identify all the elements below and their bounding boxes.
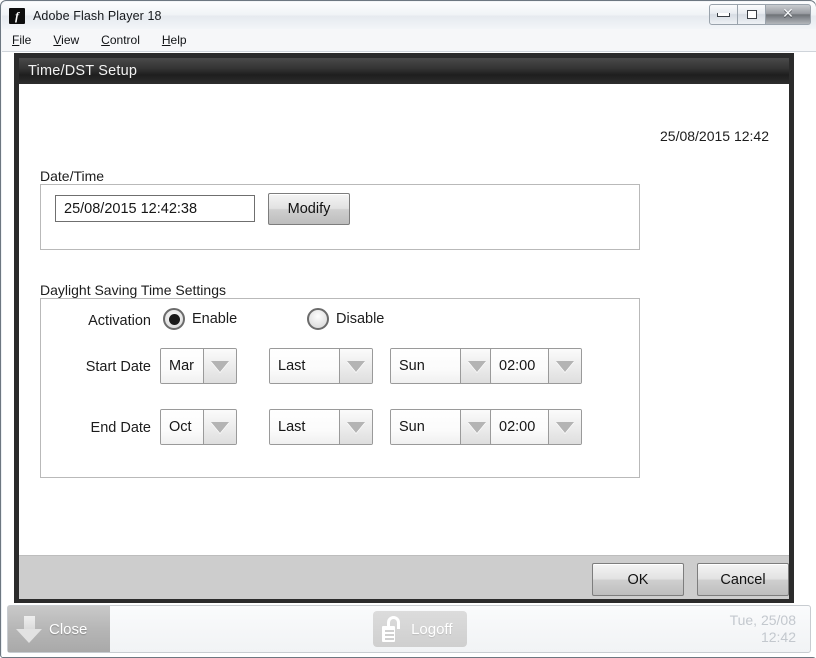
- statusbar-clock-time: 12:42: [760, 629, 796, 645]
- menu-mnemonic: H: [161, 33, 171, 47]
- close-window-button[interactable]: ✕: [765, 4, 811, 25]
- padlock-slot: [385, 638, 395, 640]
- header-clock: 25/08/2015 12:42: [660, 128, 769, 144]
- end-week-value: Last: [270, 410, 339, 444]
- padlock-open-icon: [381, 616, 403, 642]
- window-titlebar: f Adobe Flash Player 18 ✕: [2, 2, 816, 29]
- arrow-down-icon: [16, 614, 42, 644]
- start-month-dropdown[interactable]: Mar: [160, 348, 237, 384]
- radio-dot-icon: [168, 313, 180, 325]
- chevron-down-icon[interactable]: [339, 349, 372, 383]
- triangle-down: [468, 360, 486, 372]
- system-statusbar: Close Logoff Tue, 25/08 12:42: [7, 605, 811, 653]
- triangle-down: [468, 421, 486, 433]
- start-month-value: Mar: [161, 349, 203, 383]
- logoff-button-label: Logoff: [411, 620, 453, 638]
- radio-dot-icon: [313, 314, 324, 325]
- padlock-slot: [385, 634, 395, 636]
- chevron-down-icon[interactable]: [548, 410, 581, 444]
- cancel-button[interactable]: Cancel: [697, 563, 789, 596]
- close-button[interactable]: Close: [8, 606, 110, 652]
- triangle-down: [556, 421, 574, 433]
- menubar: File View Control Help: [2, 29, 816, 52]
- menu-item-view[interactable]: View: [53, 33, 79, 47]
- window-title: Adobe Flash Player 18: [33, 8, 162, 23]
- end-week-dropdown[interactable]: Last: [269, 409, 373, 445]
- minimize-icon: [717, 12, 730, 17]
- menu-mnemonic: C: [101, 33, 110, 47]
- start-time-dropdown[interactable]: 02:00: [490, 348, 582, 384]
- flash-logo-icon: f: [9, 7, 25, 24]
- dialog-footer: OK Cancel: [19, 555, 789, 599]
- arrow-head: [16, 629, 42, 643]
- statusbar-center: Logoff: [110, 606, 730, 652]
- dst-group-label: Daylight Saving Time Settings: [40, 282, 226, 298]
- close-button-label: Close: [49, 620, 88, 638]
- triangle-down: [347, 360, 365, 372]
- modify-button[interactable]: Modify: [268, 193, 350, 225]
- menu-mnemonic: V: [53, 33, 62, 47]
- minimize-button[interactable]: [709, 4, 738, 25]
- activation-label: Activation: [88, 313, 151, 329]
- chevron-down-icon[interactable]: [203, 349, 236, 383]
- window-controls: ✕: [709, 4, 811, 25]
- padlock-slot: [385, 630, 395, 632]
- close-icon: ✕: [782, 6, 794, 22]
- application-window: f Adobe Flash Player 18 ✕ File View Cont…: [0, 0, 816, 658]
- menu-item-file[interactable]: File: [12, 33, 31, 47]
- radio-enable[interactable]: Enable: [163, 308, 237, 330]
- chevron-down-icon[interactable]: [460, 349, 493, 383]
- end-day-dropdown[interactable]: Sun: [390, 409, 494, 445]
- radio-disable-indicator[interactable]: [307, 308, 329, 330]
- menu-label: ontrol: [109, 33, 140, 47]
- maximize-icon: [746, 10, 757, 19]
- dialog-titlebar: Time/DST Setup: [19, 58, 789, 84]
- menu-label: iew: [61, 33, 80, 47]
- datetime-input[interactable]: 25/08/2015 12:42:38: [55, 195, 255, 222]
- statusbar-clock: Tue, 25/08 12:42: [730, 606, 810, 652]
- start-day-dropdown[interactable]: Sun: [390, 348, 494, 384]
- datetime-group-label: Date/Time: [40, 168, 105, 184]
- menu-label: elp: [170, 33, 187, 47]
- end-time-value: 02:00: [491, 410, 548, 444]
- triangle-down: [211, 421, 229, 433]
- triangle-down: [347, 421, 365, 433]
- dialog-body: 25/08/2015 12:42 Date/Time 25/08/2015 12…: [19, 84, 789, 555]
- chevron-down-icon[interactable]: [548, 349, 581, 383]
- time-dst-setup-dialog: Time/DST Setup 25/08/2015 12:42 Date/Tim…: [14, 53, 794, 603]
- radio-enable-indicator[interactable]: [163, 308, 185, 330]
- end-month-value: Oct: [161, 410, 203, 444]
- end-date-label: End Date: [90, 420, 151, 436]
- menu-item-help[interactable]: Help: [162, 33, 187, 47]
- end-month-dropdown[interactable]: Oct: [160, 409, 237, 445]
- radio-disable-label: Disable: [336, 311, 385, 327]
- end-time-dropdown[interactable]: 02:00: [490, 409, 582, 445]
- end-day-value: Sun: [391, 410, 460, 444]
- start-time-value: 02:00: [491, 349, 548, 383]
- menu-item-control[interactable]: Control: [101, 33, 140, 47]
- triangle-down: [556, 360, 574, 372]
- start-week-value: Last: [270, 349, 339, 383]
- start-week-dropdown[interactable]: Last: [269, 348, 373, 384]
- logoff-button[interactable]: Logoff: [373, 611, 467, 647]
- chevron-down-icon[interactable]: [460, 410, 493, 444]
- maximize-button[interactable]: [737, 4, 766, 25]
- menu-label: ile: [19, 33, 32, 47]
- radio-enable-label: Enable: [192, 311, 238, 327]
- statusbar-clock-day: Tue, 25/08: [729, 611, 796, 628]
- ok-button[interactable]: OK: [592, 563, 684, 596]
- triangle-down: [211, 360, 229, 372]
- start-date-label: Start Date: [85, 359, 151, 375]
- radio-disable[interactable]: Disable: [307, 308, 384, 330]
- dialog-title: Time/DST Setup: [28, 63, 138, 79]
- chevron-down-icon[interactable]: [203, 410, 236, 444]
- flash-stage: Time/DST Setup 25/08/2015 12:42 Date/Tim…: [2, 52, 816, 657]
- chevron-down-icon[interactable]: [339, 410, 372, 444]
- start-day-value: Sun: [391, 349, 460, 383]
